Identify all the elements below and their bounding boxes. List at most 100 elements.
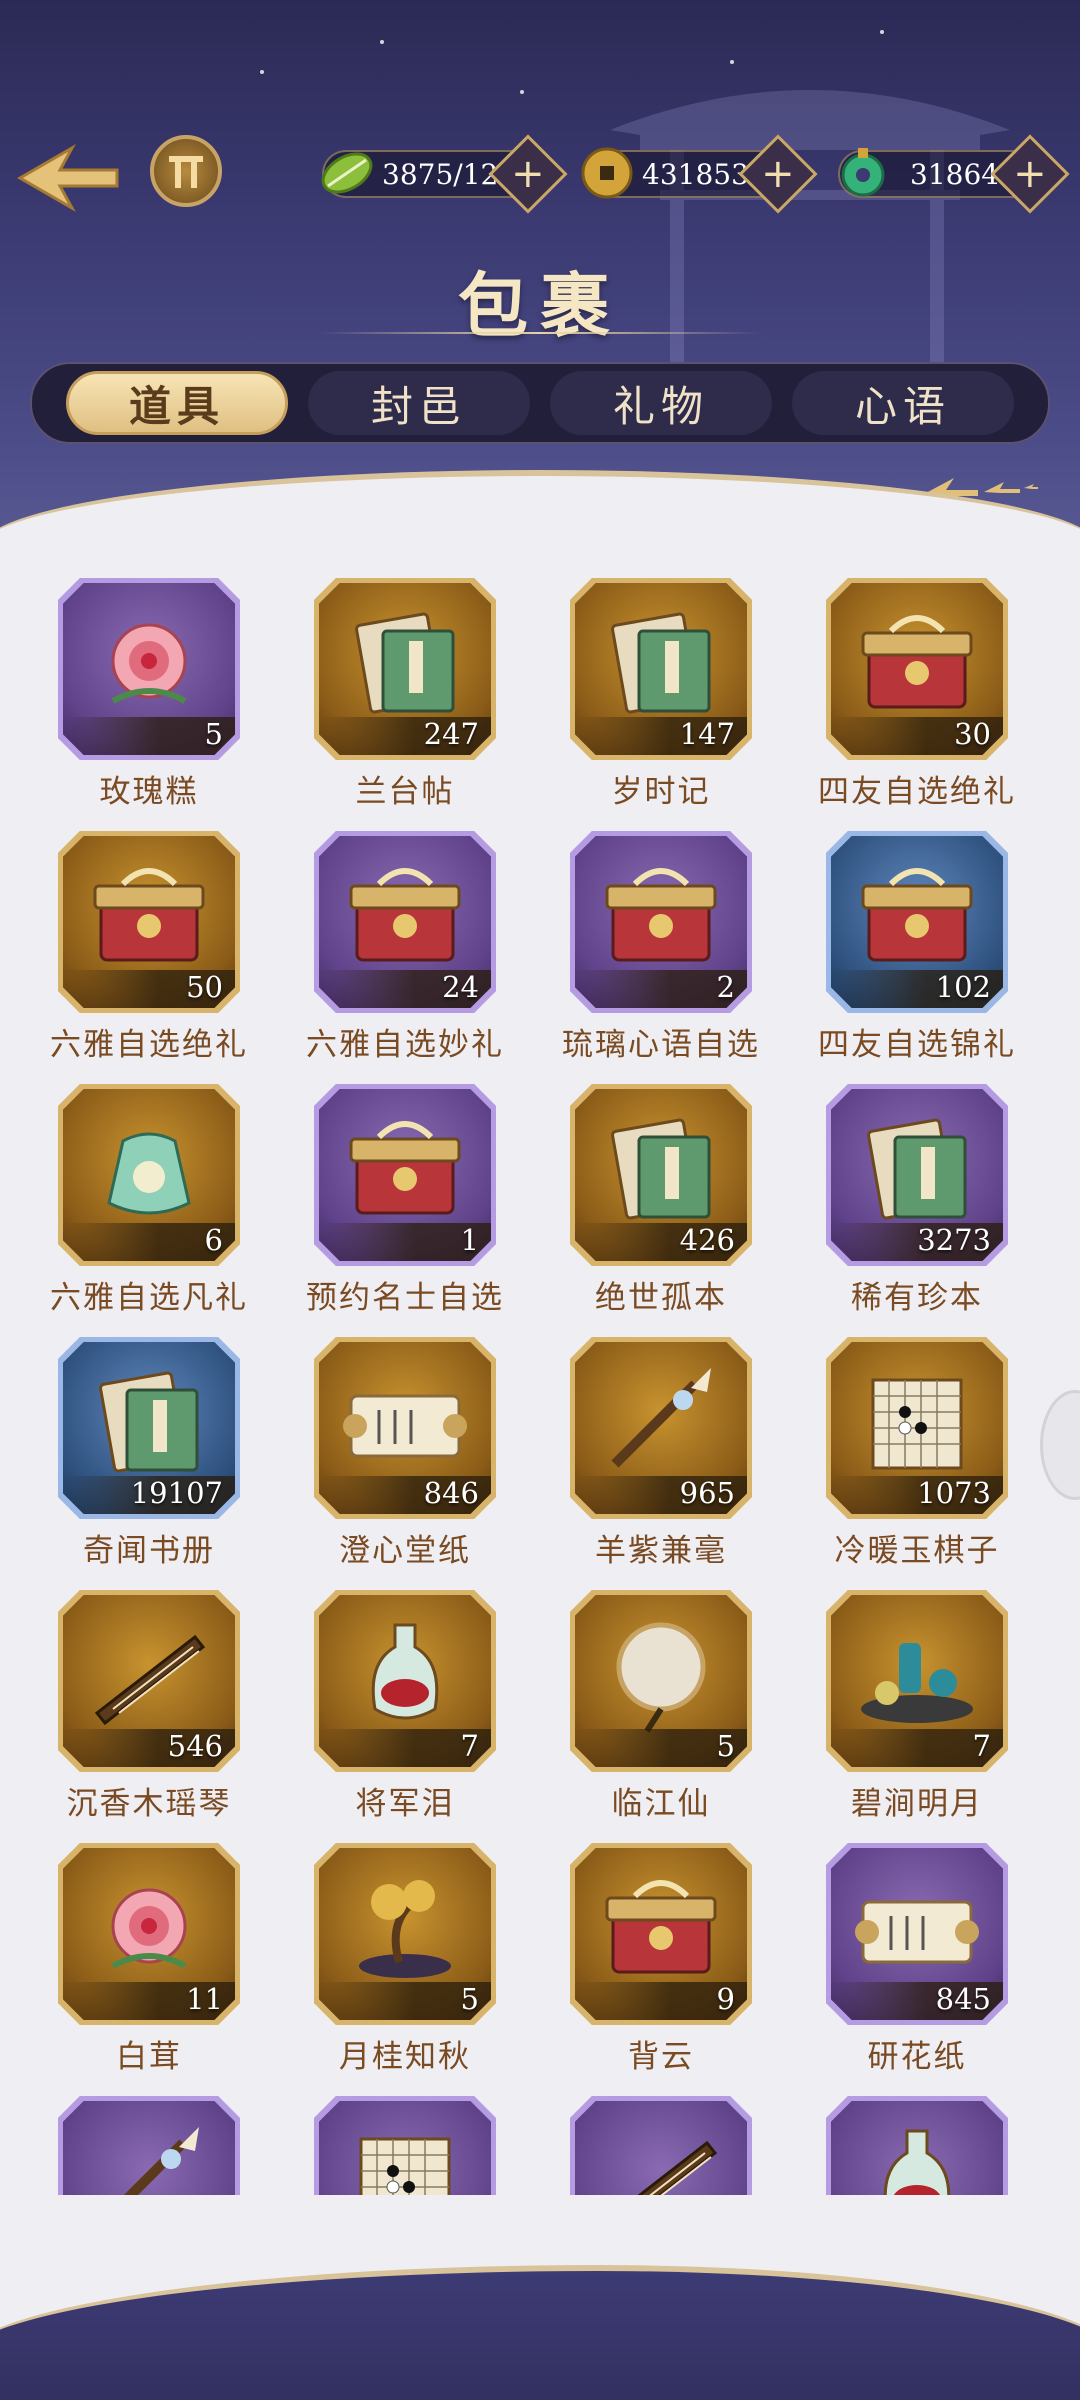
item-card-inner <box>575 2101 747 2195</box>
item-card[interactable]: 147 <box>570 578 752 760</box>
item-cell[interactable]: 3273 稀有珍本 <box>796 1076 1052 1329</box>
item-card-inner: 9 <box>575 1848 747 2020</box>
item-name: 羊紫兼毫 <box>595 1533 727 1569</box>
item-card[interactable]: 5 <box>314 1843 496 2025</box>
item-name: 白茸 <box>116 2039 182 2075</box>
item-card-inner: 426 <box>575 1089 747 1261</box>
item-card[interactable]: 1073 <box>826 1337 1008 1519</box>
item-cell[interactable]: 147 岁时记 <box>540 570 796 823</box>
home-button[interactable] <box>150 135 222 207</box>
item-card[interactable]: 5 <box>570 1590 752 1772</box>
star-decoration <box>260 70 264 74</box>
item-card[interactable]: 2 <box>570 831 752 1013</box>
item-card[interactable]: 11 <box>58 1843 240 2025</box>
item-count: 1073 <box>917 1476 991 1510</box>
flower-box-icon <box>349 1121 461 1215</box>
item-cell[interactable] <box>28 2088 284 2195</box>
item-cell[interactable]: 5 临江仙 <box>540 1582 796 1835</box>
item-cell[interactable]: 7 碧涧明月 <box>796 1582 1052 1835</box>
tab-heart-words[interactable]: 心语 <box>792 371 1014 435</box>
item-card-inner: 5 <box>575 1595 747 1767</box>
item-card[interactable]: 965 <box>570 1337 752 1519</box>
jade-icon <box>841 148 885 197</box>
tab-fief[interactable]: 封邑 <box>308 371 530 435</box>
item-name: 六雅自选绝礼 <box>50 1027 248 1063</box>
item-count: 5 <box>460 1982 479 2016</box>
resource-jade: 31864 + <box>838 134 1070 214</box>
item-card[interactable]: 30 <box>826 578 1008 760</box>
item-cell[interactable] <box>796 2088 1052 2195</box>
item-card[interactable] <box>826 2096 1008 2195</box>
crystal-box-icon <box>93 868 205 962</box>
item-card[interactable]: 247 <box>314 578 496 760</box>
item-card[interactable]: 5 <box>58 578 240 760</box>
item-cell[interactable]: 19107 奇闻书册 <box>28 1329 284 1582</box>
item-card[interactable]: 24 <box>314 831 496 1013</box>
item-cell[interactable]: 965 羊紫兼毫 <box>540 1329 796 1582</box>
item-card[interactable] <box>570 2096 752 2195</box>
item-card[interactable]: 845 <box>826 1843 1008 2025</box>
item-name: 将军泪 <box>355 1786 455 1822</box>
item-cell[interactable]: 426 绝世孤本 <box>540 1076 796 1329</box>
item-card-inner <box>63 2101 235 2195</box>
bonsai-icon <box>359 1880 451 1978</box>
add-stamina-button[interactable]: + <box>488 134 568 214</box>
item-name: 预约名士自选 <box>306 1280 504 1316</box>
item-cell[interactable]: 9 背云 <box>540 1835 796 2088</box>
item-name: 奇闻书册 <box>83 1533 215 1569</box>
item-cell[interactable]: 2 琉璃心语自选 <box>540 823 796 1076</box>
item-cell[interactable] <box>540 2088 796 2195</box>
item-card[interactable]: 19107 <box>58 1337 240 1519</box>
item-card[interactable]: 7 <box>826 1590 1008 1772</box>
pouch-icon <box>107 1132 191 1215</box>
item-name: 四友自选绝礼 <box>818 774 1016 810</box>
item-cell[interactable]: 30 四友自选绝礼 <box>796 570 1052 823</box>
item-card[interactable]: 7 <box>314 1590 496 1772</box>
go-board-icon <box>871 1378 963 1470</box>
tab-gifts[interactable]: 礼物 <box>550 371 772 435</box>
item-cell[interactable]: 1073 冷暖玉棋子 <box>796 1329 1052 1582</box>
item-card-inner: 5 <box>319 1848 491 2020</box>
item-card[interactable]: 9 <box>570 1843 752 2025</box>
item-cell[interactable]: 24 六雅自选妙礼 <box>284 823 540 1076</box>
item-name: 绝世孤本 <box>595 1280 727 1316</box>
item-count: 546 <box>167 1729 223 1763</box>
item-grid: 5 玫瑰糕 247 兰台帖 147 岁时记 30 四友自选绝礼 50 六雅自选绝礼 24 六雅自选妙礼… <box>28 570 1052 2195</box>
back-arrow-icon[interactable] <box>12 138 122 218</box>
item-card[interactable]: 426 <box>570 1084 752 1266</box>
item-cell[interactable]: 6 六雅自选凡礼 <box>28 1076 284 1329</box>
item-cell[interactable]: 1 预约名士自选 <box>284 1076 540 1329</box>
item-card-inner: 2 <box>575 836 747 1008</box>
item-card[interactable] <box>314 2096 496 2195</box>
item-cell[interactable]: 102 四友自选锦礼 <box>796 823 1052 1076</box>
item-cell[interactable] <box>284 2088 540 2195</box>
item-card[interactable]: 3273 <box>826 1084 1008 1266</box>
item-cell[interactable]: 50 六雅自选绝礼 <box>28 823 284 1076</box>
item-cell[interactable]: 5 月桂知秋 <box>284 1835 540 2088</box>
item-card[interactable]: 6 <box>58 1084 240 1266</box>
item-card-inner: 3273 <box>831 1089 1003 1261</box>
item-card[interactable]: 50 <box>58 831 240 1013</box>
rare-book-icon <box>611 1118 711 1220</box>
item-cell[interactable]: 7 将军泪 <box>284 1582 540 1835</box>
item-cell[interactable]: 11 白茸 <box>28 1835 284 2088</box>
guqin-icon <box>94 1634 206 1726</box>
tab-items[interactable]: 道具 <box>66 371 288 435</box>
item-count: 102 <box>935 970 991 1004</box>
item-cell[interactable]: 5 玫瑰糕 <box>28 570 284 823</box>
item-count: 965 <box>679 1476 735 1510</box>
item-cell[interactable]: 846 澄心堂纸 <box>284 1329 540 1582</box>
item-cell[interactable]: 845 研花纸 <box>796 1835 1052 2088</box>
item-card-inner: 147 <box>575 583 747 755</box>
treasure-box-icon <box>349 868 461 962</box>
tea-set-icon <box>861 1643 973 1723</box>
item-card[interactable]: 846 <box>314 1337 496 1519</box>
item-cell[interactable]: 247 兰台帖 <box>284 570 540 823</box>
item-card-inner: 846 <box>319 1342 491 1514</box>
item-card-inner: 7 <box>319 1595 491 1767</box>
item-card[interactable]: 102 <box>826 831 1008 1013</box>
item-card[interactable]: 546 <box>58 1590 240 1772</box>
item-card[interactable] <box>58 2096 240 2195</box>
item-cell[interactable]: 546 沉香木瑶琴 <box>28 1582 284 1835</box>
item-card[interactable]: 1 <box>314 1084 496 1266</box>
